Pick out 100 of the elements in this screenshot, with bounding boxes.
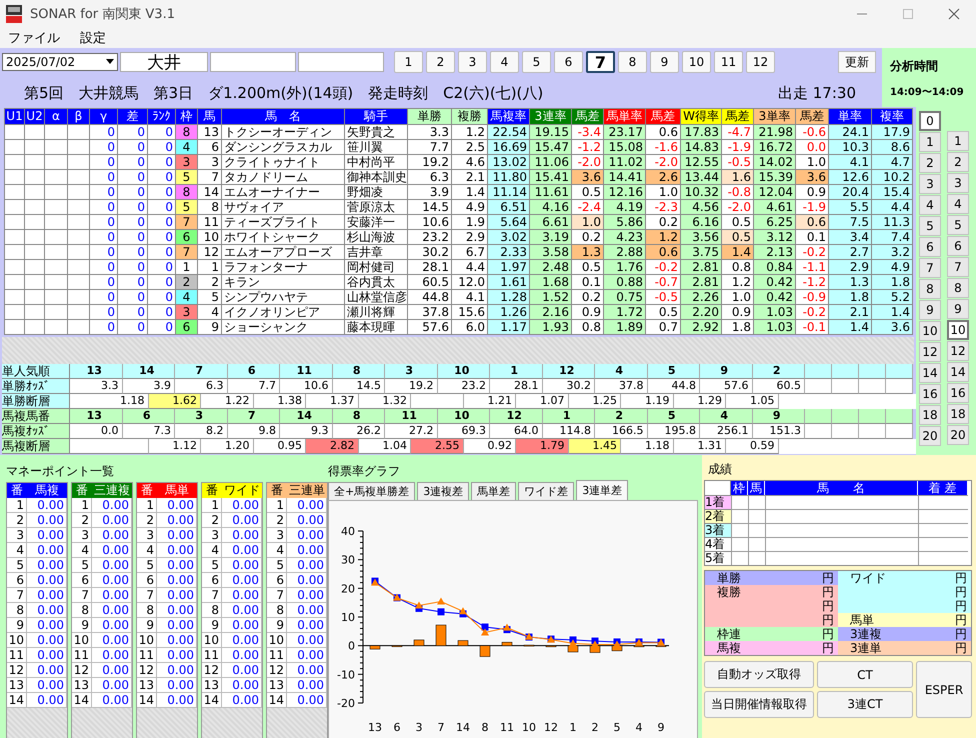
ct-button[interactable]: CT [817, 661, 913, 688]
tab[interactable]: ワイド差 [518, 482, 574, 500]
table-cell: 0 [118, 170, 148, 185]
tab[interactable]: 全+馬複単勝差 [328, 482, 416, 500]
venue-field[interactable]: 大井 [120, 52, 208, 72]
tab[interactable]: 馬単差 [471, 482, 516, 500]
filter-button[interactable]: 3 [919, 174, 941, 194]
input-field[interactable] [298, 52, 384, 72]
filter-button[interactable]: 12 [947, 341, 969, 361]
date-dropdown[interactable]: 2025/07/02 [2, 53, 118, 71]
table-cell: 8 [202, 603, 222, 618]
tab[interactable]: 3連複差 [417, 482, 470, 500]
filter-button[interactable]: 9 [919, 300, 941, 320]
refresh-button[interactable]: 更新 [838, 51, 876, 73]
tab[interactable]: 3連単差 [576, 480, 628, 500]
filter-button[interactable]: 5 [919, 216, 941, 236]
race-button[interactable]: 9 [650, 51, 679, 73]
menu-item[interactable]: 設定 [80, 29, 106, 47]
filter-button[interactable]: 12 [919, 342, 941, 362]
race-button[interactable]: 1 [394, 51, 423, 73]
auto-odds-button[interactable]: 自動オッズ取得 [704, 661, 814, 688]
filter-button[interactable]: 4 [919, 195, 941, 215]
table-cell: 0 [148, 140, 176, 155]
table-cell: -0.9 [796, 290, 829, 305]
table-cell: 0.00 [92, 528, 132, 543]
axis-label: 6 [394, 721, 400, 734]
filter-button[interactable]: 18 [947, 404, 969, 424]
filter-button[interactable]: 10 [947, 320, 969, 340]
filter-button[interactable]: 8 [947, 278, 969, 298]
filter-button[interactable]: 2 [947, 152, 969, 172]
esper-button[interactable]: ESPER [916, 661, 972, 718]
table-cell: 0.00 [222, 678, 262, 693]
filter-button[interactable]: 16 [947, 383, 969, 403]
odds-cell: 23.2 [438, 379, 490, 394]
close-icon[interactable] [948, 8, 960, 20]
filter-button[interactable]: 10 [919, 321, 941, 341]
race-button[interactable]: 10 [682, 51, 711, 73]
table-cell: 谷内貫太 [345, 275, 408, 290]
table-cell: -2.0 [722, 200, 754, 215]
filter-button[interactable]: 6 [919, 237, 941, 257]
today-info-button[interactable]: 当日開催情報取得 [704, 691, 814, 718]
filter-button[interactable]: 4 [947, 194, 969, 214]
filter-button[interactable]: 18 [919, 405, 941, 425]
filter-button[interactable]: 20 [947, 425, 969, 445]
race-button[interactable]: 6 [554, 51, 583, 73]
race-button[interactable]: 2 [426, 51, 455, 73]
column-header: 馬 名 [765, 481, 918, 495]
filter-button[interactable]: 3 [947, 173, 969, 193]
filter-button[interactable]: 1 [947, 131, 969, 151]
table-cell: 0.00 [157, 678, 197, 693]
post-time: 出走 17:30 [778, 84, 856, 103]
race-button[interactable]: 3 [458, 51, 487, 73]
filter-button[interactable]: 5 [947, 215, 969, 235]
horse-number-cell: 14 [122, 364, 175, 379]
table-cell: 0 [118, 185, 148, 200]
table-cell: 0 [90, 320, 118, 335]
empty-cell [918, 523, 968, 537]
column-header: 枠 [731, 481, 748, 495]
table-cell: 14.41 [604, 170, 646, 185]
bet-type-label: 枠連 [717, 627, 741, 641]
point [438, 608, 444, 616]
column-header: 馬差 [796, 109, 829, 125]
frame-number-cell: 3 [176, 305, 198, 320]
trio-ct-button[interactable]: 3連CT [817, 691, 913, 718]
table-cell: 1 [202, 498, 222, 513]
filter-button[interactable]: 6 [947, 236, 969, 256]
race-button[interactable]: 5 [522, 51, 551, 73]
filter-button[interactable]: 0 [919, 111, 941, 131]
race-button[interactable]: 12 [746, 51, 775, 73]
filter-button[interactable]: 16 [919, 384, 941, 404]
table-cell: 2.48 [530, 260, 572, 275]
input-field[interactable] [210, 52, 296, 72]
menu-item[interactable]: ファイル [8, 29, 60, 47]
table-cell: 4.6 [452, 155, 488, 170]
table-cell: 6 [137, 573, 157, 588]
filter-button[interactable]: 2 [919, 153, 941, 173]
point [503, 624, 511, 631]
race-button[interactable]: 4 [490, 51, 519, 73]
filter-button[interactable]: 9 [947, 299, 969, 319]
table-cell: 0.00 [222, 573, 262, 588]
filter-button[interactable]: 7 [947, 257, 969, 277]
filter-button[interactable]: 14 [919, 363, 941, 383]
filter-button[interactable]: 1 [919, 132, 941, 152]
odds-cell: 256.1 [700, 424, 752, 439]
table-cell: 0 [148, 230, 176, 245]
app-icon [6, 5, 22, 23]
table-cell: 0.00 [287, 678, 327, 693]
axis-label: 0 [348, 640, 355, 653]
race-button[interactable]: 11 [714, 51, 743, 73]
table-cell: 0.1 [796, 230, 829, 245]
filter-button[interactable]: 7 [919, 258, 941, 278]
filter-button[interactable]: 14 [947, 362, 969, 382]
maximize-icon[interactable] [902, 8, 914, 20]
filter-button[interactable]: 20 [919, 426, 941, 446]
filter-button[interactable]: 8 [919, 279, 941, 299]
bet-type-label: 馬単 [850, 613, 874, 627]
race-button[interactable]: 7 [586, 51, 615, 73]
race-button[interactable]: 8 [618, 51, 647, 73]
ratio-cell: 1.37 [306, 394, 358, 409]
horse-name-cell: タカノドリーム [222, 170, 345, 185]
